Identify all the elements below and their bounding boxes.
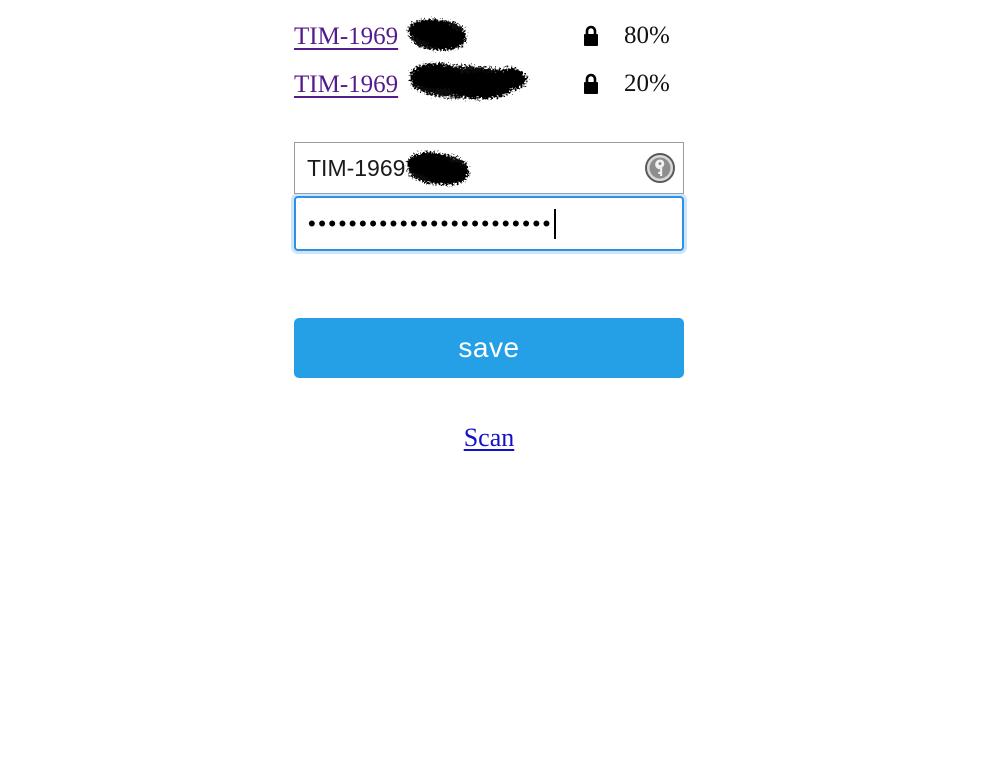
list-item: TIM-1969 (294, 60, 686, 108)
list-item: TIM-1969 (294, 12, 686, 60)
entry-link[interactable]: TIM-1969 (294, 72, 398, 97)
save-button[interactable]: save (294, 318, 684, 378)
scan-link[interactable]: Scan (0, 423, 978, 453)
redaction-overlay (402, 12, 474, 58)
entry-percent: 80% (624, 22, 670, 49)
text-caret (553, 208, 556, 239)
key-icon[interactable] (645, 153, 675, 183)
credential-fields: TIM-1969 •••••••••••••••••••••••• (294, 142, 684, 251)
password-input[interactable]: •••••••••••••••••••••••• (294, 196, 684, 251)
entry-link[interactable]: TIM-1969 (294, 24, 398, 49)
password-masked-value: •••••••••••••••••••••••• (308, 210, 553, 236)
username-value: TIM-1969 (307, 154, 406, 181)
padlock-icon (581, 72, 601, 96)
entry-link-wrapper: TIM-1969 (294, 18, 584, 50)
password-manager-page: TIM-1969 80% TIM-1969 20% TIM-1969 •••••… (0, 0, 1008, 762)
redaction-overlay (401, 52, 531, 112)
saved-entries-list: TIM-1969 80% TIM-1969 20% (294, 12, 686, 108)
username-input[interactable]: TIM-1969 (294, 142, 684, 194)
entry-link-wrapper: TIM-1969 (294, 62, 584, 99)
padlock-icon (581, 24, 601, 48)
entry-percent: 20% (624, 70, 670, 97)
redaction-overlay (399, 143, 477, 195)
